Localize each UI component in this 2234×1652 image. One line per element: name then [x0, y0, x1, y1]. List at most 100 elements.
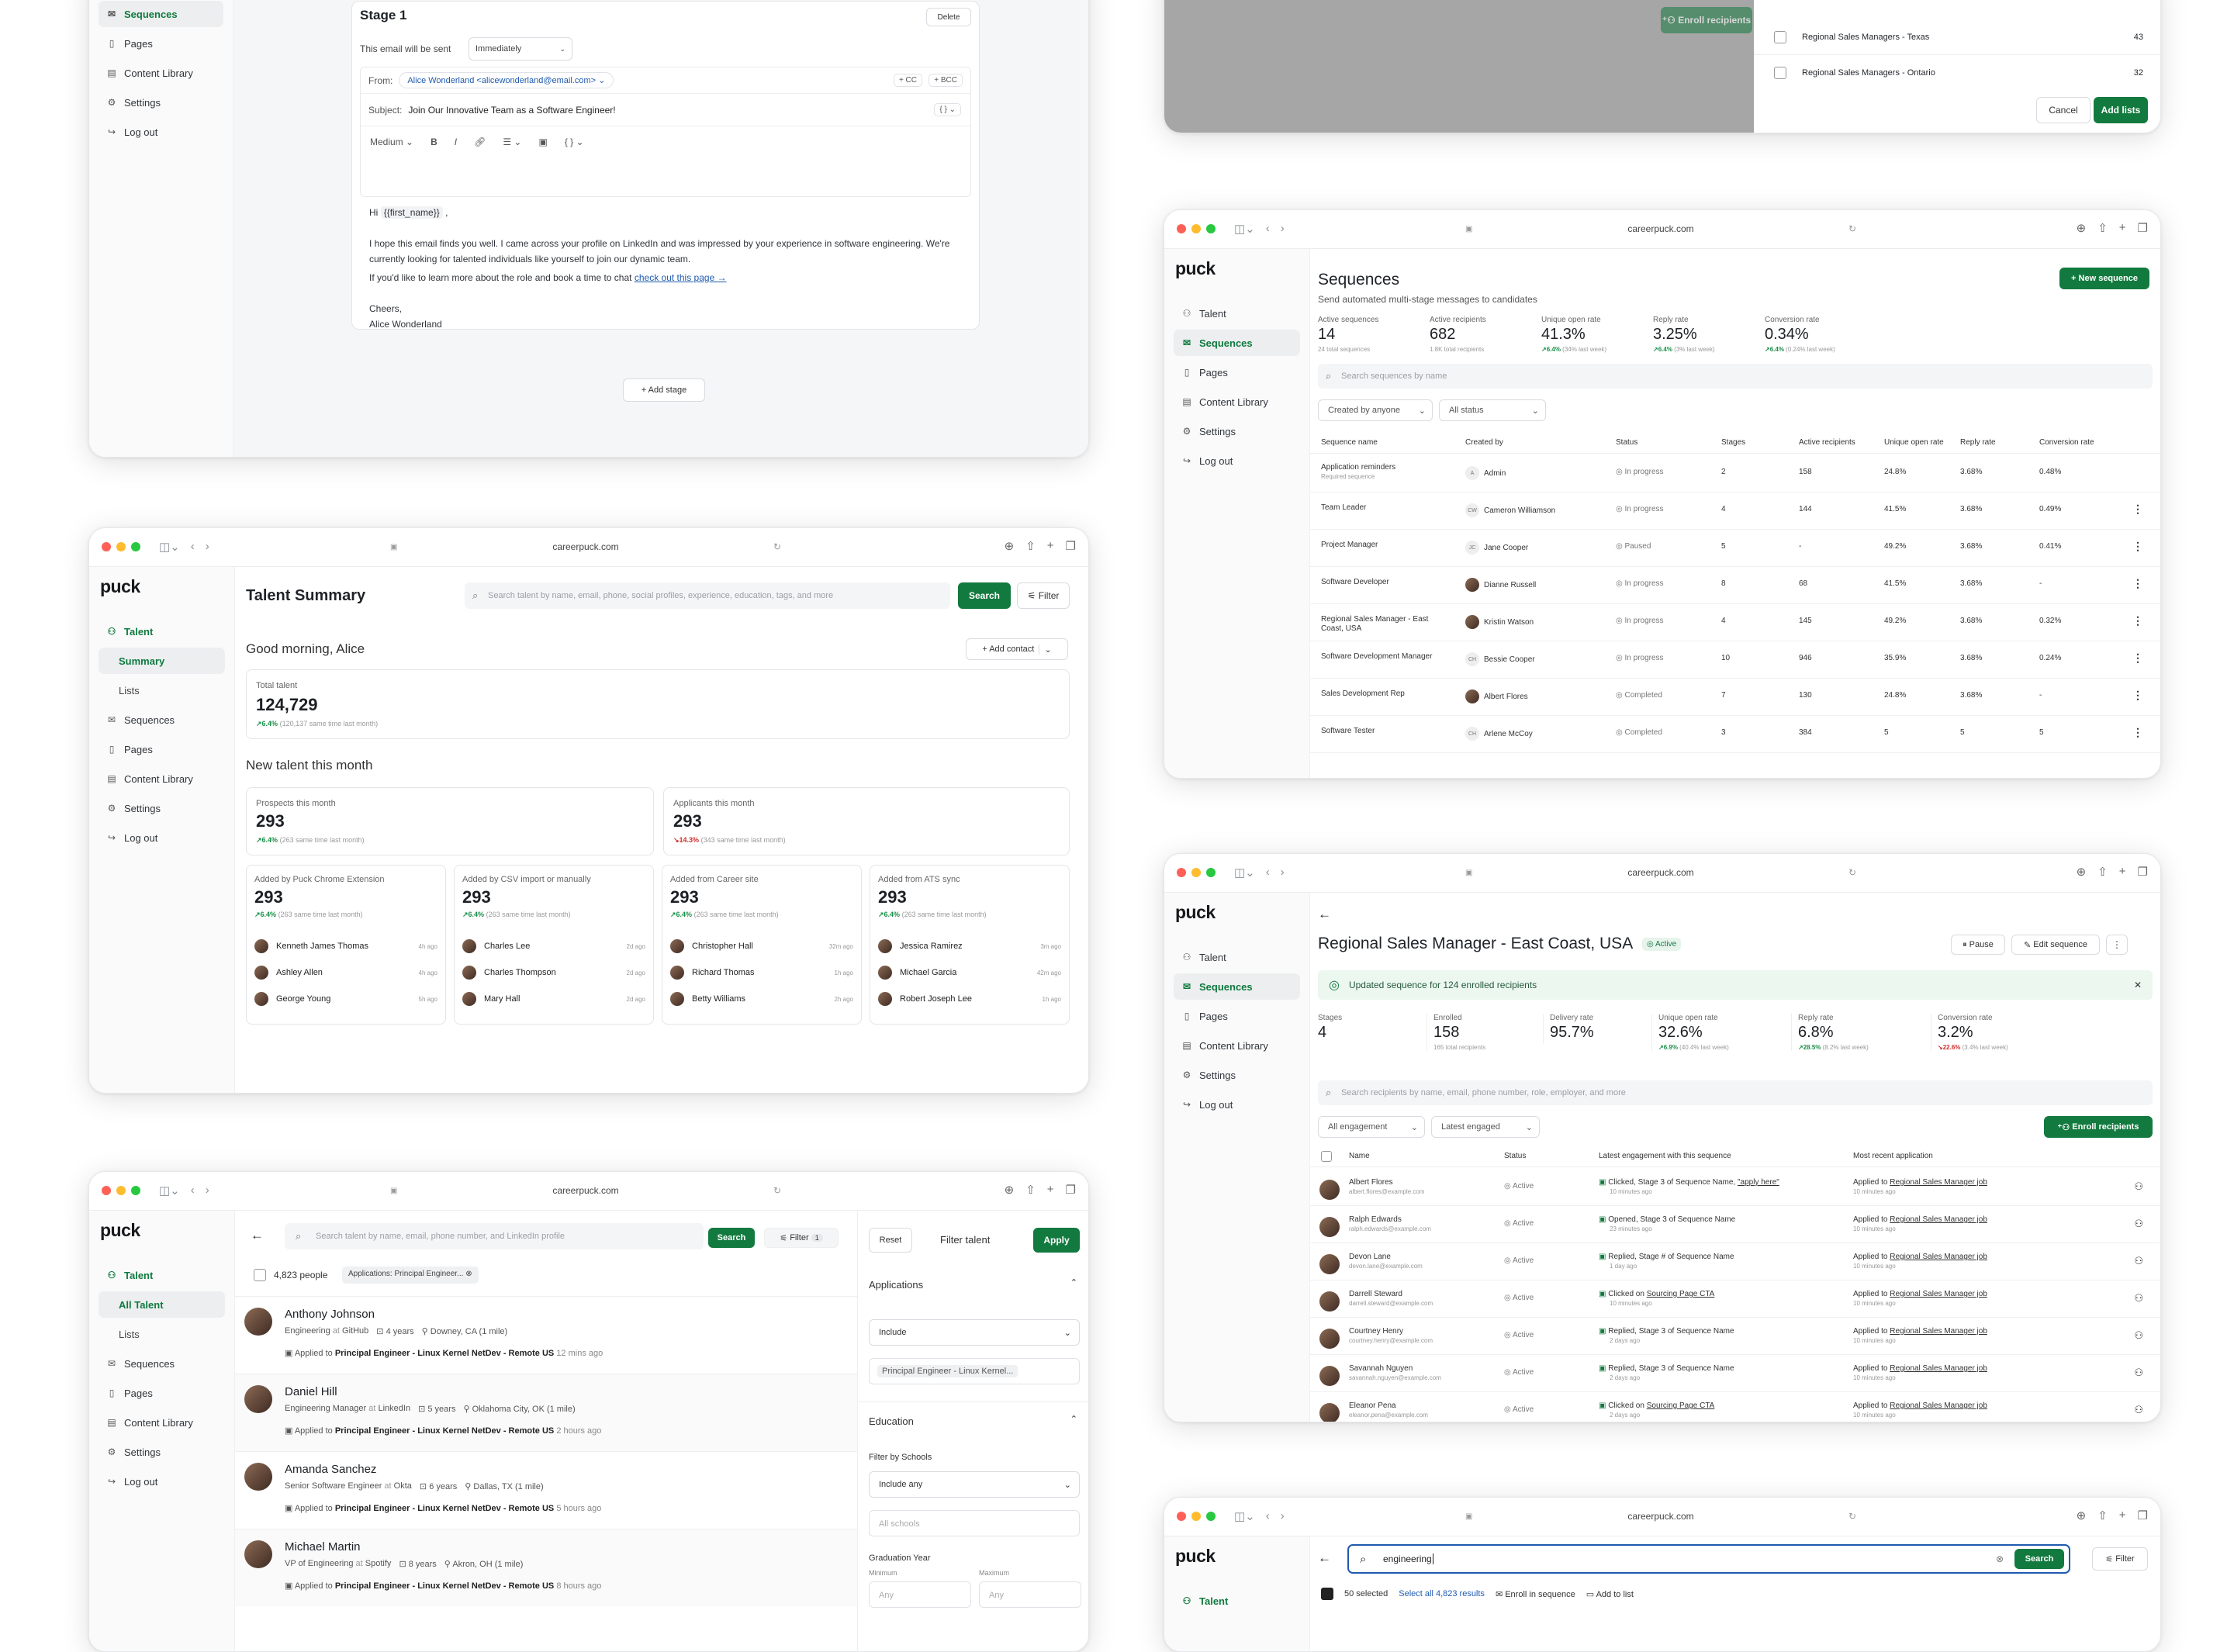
logo[interactable]: puck [100, 576, 140, 597]
sidebar-item-content-library[interactable]: ▤ Content Library [1174, 389, 1300, 415]
zoom-dot[interactable] [1206, 1512, 1216, 1521]
tabs-icon[interactable]: ❐ [2138, 221, 2148, 235]
recipient-search-input[interactable]: ⌕ Search recipients by name, email, phone… [1318, 1080, 2153, 1105]
list-item[interactable]: Robert Joseph Lee 1h ago [878, 990, 1061, 1008]
more-icon[interactable]: ⋮ [2132, 540, 2143, 553]
table-row[interactable]: Project Manager JC Jane Cooper ◎ Paused 5-49… [1310, 530, 2160, 567]
status-filter[interactable]: All status ⌄ [1439, 399, 1546, 421]
bold-icon[interactable]: B [431, 137, 437, 147]
sidebar-item-settings[interactable]: ⚙ Settings [99, 795, 225, 821]
sidebar-item-pages[interactable]: ▯ Pages [99, 1380, 225, 1406]
new-tab-icon[interactable]: + [1047, 539, 1054, 553]
sidebar-item-sequences[interactable]: ✉ Sequences [1174, 973, 1300, 1000]
include-select[interactable]: Include ⌄ [869, 1319, 1080, 1346]
list-item[interactable]: Mary Hall 2d ago [462, 990, 645, 1008]
sidebar-item-lists[interactable]: Lists [99, 1321, 225, 1347]
minimize-dot[interactable] [1191, 224, 1201, 233]
add-lists-button[interactable]: Add lists [2094, 97, 2148, 123]
sidebar-item-pages[interactable]: ▯ Pages [1174, 1003, 1300, 1029]
talent-row[interactable]: Amanda Sanchez Senior Software Engineer a… [235, 1451, 857, 1529]
apply-button[interactable]: Apply [1033, 1228, 1080, 1253]
table-row[interactable]: Software Tester CH Arlene McCoy ◎ Completed… [1310, 716, 2160, 753]
filter-button[interactable]: ⚟ Filter 1 [764, 1228, 839, 1248]
address-bar[interactable]: ▣ careerpuck.com ↻ [384, 537, 787, 556]
user-action-icon[interactable]: ⚇ [2134, 1255, 2143, 1267]
select-all-checkbox[interactable] [1321, 1151, 1332, 1162]
from-select[interactable]: Alice Wonderland <alicewonderland@email.… [399, 72, 614, 88]
more-icon[interactable]: ⋮ [2132, 689, 2143, 702]
cancel-button[interactable]: Cancel [2036, 97, 2090, 123]
download-icon[interactable]: ⊕ [1005, 1183, 1015, 1197]
close-dot[interactable] [1177, 224, 1186, 233]
search-button[interactable]: Search [708, 1228, 755, 1248]
cc-button[interactable]: + CC [893, 74, 922, 87]
body-link[interactable]: check out this page → [635, 272, 727, 283]
table-row[interactable]: Eleanor Pena eleanor.pena@example.com ◎ Ac… [1310, 1392, 2160, 1422]
sidebar-item-settings[interactable]: ⚙ Settings [1174, 418, 1300, 444]
share-icon[interactable]: ⇧ [2097, 1509, 2108, 1522]
reload-icon[interactable]: ↻ [1848, 223, 1856, 234]
address-bar[interactable]: ▣ careerpuck.com ↻ [384, 1181, 787, 1200]
minimize-dot[interactable] [116, 1186, 126, 1195]
zoom-dot[interactable] [1206, 868, 1216, 877]
list-item[interactable]: Jessica Ramirez 3m ago [878, 937, 1061, 956]
pause-button[interactable]: ⏸︎ Pause [1951, 935, 2005, 955]
table-row[interactable]: Courtney Henry courtney.henry@example.com… [1310, 1318, 2160, 1355]
sidebar-item-content-library[interactable]: ▤ Content Library [1174, 1032, 1300, 1059]
schools-input[interactable]: All schools [869, 1510, 1080, 1536]
sidebar-item-sequences[interactable]: ✉ Sequences [99, 1, 223, 27]
more-icon[interactable]: ⋮ [2132, 577, 2143, 590]
sidebar-item-lists[interactable]: Lists [99, 677, 225, 703]
table-row[interactable]: Savannah Nguyen savannah.nguyen@example.c… [1310, 1355, 2160, 1392]
user-action-icon[interactable]: ⚇ [2134, 1329, 2143, 1342]
list-item[interactable]: George Young 5h ago [254, 990, 437, 1008]
search-button[interactable]: Search [2014, 1549, 2064, 1569]
min-year-input[interactable]: Any [869, 1581, 971, 1608]
tabs-icon[interactable]: ❐ [2138, 865, 2148, 879]
logo[interactable]: puck [1175, 902, 1216, 923]
list-item[interactable]: Charles Thompson 2d ago [462, 963, 645, 982]
download-icon[interactable]: ⊕ [2077, 1509, 2087, 1522]
subject-field[interactable]: Join Our Innovative Team as a Software E… [408, 105, 615, 116]
sort-select[interactable]: Latest engaged ⌄ [1431, 1116, 1540, 1138]
share-icon[interactable]: ⇧ [1025, 1183, 1036, 1197]
sidebar-item-settings[interactable]: ⚙ Settings [99, 89, 223, 116]
more-icon[interactable]: ⋮ [2132, 503, 2143, 516]
download-icon[interactable]: ⊕ [1005, 539, 1015, 553]
zoom-dot[interactable] [131, 1186, 140, 1195]
sidebar-item-settings[interactable]: ⚙ Settings [1174, 1062, 1300, 1088]
back-arrow-icon[interactable]: ← [1318, 907, 1331, 922]
tabs-icon[interactable]: ❐ [1066, 1183, 1076, 1197]
address-bar[interactable]: ▣ careerpuck.com ↻ [1459, 1507, 1862, 1526]
sidebar-item-content-library[interactable]: ▤ Content Library [99, 766, 225, 792]
checkbox[interactable] [1774, 67, 1786, 79]
sidebar-item-talent[interactable]: ⚇ Talent [1174, 300, 1300, 327]
zoom-dot[interactable] [131, 542, 140, 551]
back-arrow-icon[interactable]: ← [251, 1228, 264, 1243]
download-icon[interactable]: ⊕ [2077, 221, 2087, 235]
minimize-dot[interactable] [1191, 868, 1201, 877]
edit-sequence-button[interactable]: ✎ Edit sequence [2011, 935, 2100, 955]
reload-icon[interactable]: ↻ [773, 541, 781, 552]
sidebar-item-pages[interactable]: ▯ Pages [99, 736, 225, 762]
bcc-button[interactable]: + BCC [929, 74, 963, 87]
reload-icon[interactable]: ↻ [773, 1185, 781, 1196]
table-row[interactable]: Regional Sales Manager - East Coast, USA… [1310, 604, 2160, 641]
sidebar-item-content-library[interactable]: ▤ Content Library [99, 60, 223, 86]
back-icon[interactable]: ‹ [1266, 1509, 1270, 1523]
sidebar-item-sequences[interactable]: ✉ Sequences [99, 707, 225, 733]
filter-button[interactable]: ⚟ Filter [1017, 582, 1070, 609]
variable-icon[interactable]: { } ⌄ [934, 103, 961, 116]
forward-icon[interactable]: › [1281, 222, 1285, 236]
table-row[interactable]: Albert Flores albert.flores@example.com ◎ … [1310, 1169, 2160, 1206]
search-button[interactable]: Search [958, 582, 1011, 609]
close-dot[interactable] [1177, 868, 1186, 877]
share-icon[interactable]: ⇧ [2097, 221, 2108, 235]
more-icon[interactable]: ⋮ [2132, 614, 2143, 627]
email-body[interactable]: Hi {{first_name}} , I hope this email fi… [369, 200, 956, 332]
send-timing-select[interactable]: Immediately ⌄ [469, 37, 572, 60]
share-icon[interactable]: ⇧ [1025, 539, 1036, 553]
back-icon[interactable]: ‹ [1266, 222, 1270, 236]
italic-icon[interactable]: I [455, 137, 457, 147]
sidebar-item-talent[interactable]: ⚇ Talent [1174, 1588, 1300, 1614]
